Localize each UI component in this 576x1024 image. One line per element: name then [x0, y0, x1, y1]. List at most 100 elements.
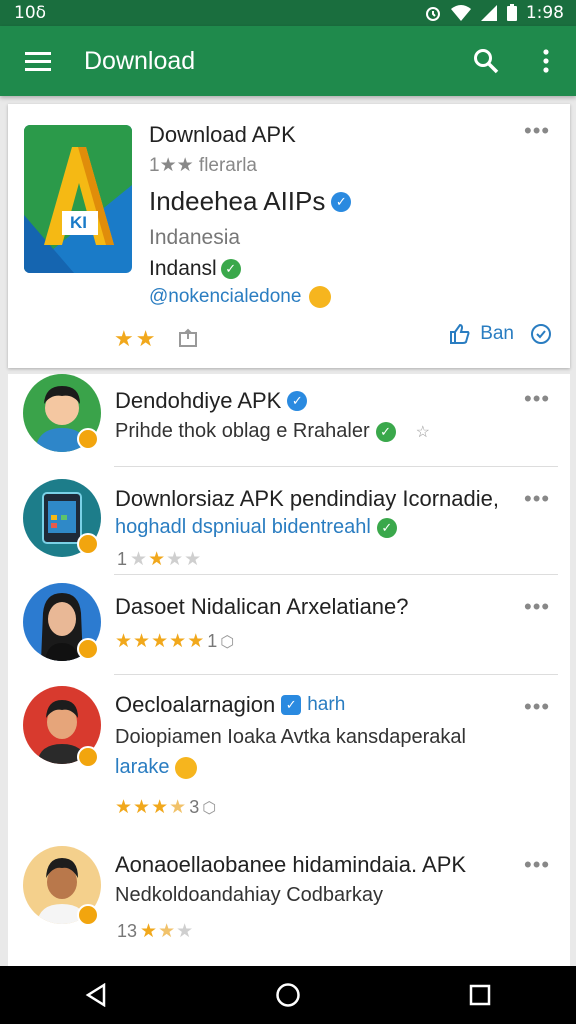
item-subtitle-text: hoghadl dspniual bidentreahl — [115, 516, 371, 538]
item-rating: ★ ★ ★ ★ ★ 1 ⬡ — [115, 630, 234, 653]
app-toolbar: Download — [0, 26, 576, 96]
check-circle-icon — [531, 324, 551, 344]
hamburger-icon — [25, 52, 51, 71]
green-check-icon: ✓ — [220, 259, 241, 279]
alarm-icon — [425, 7, 440, 21]
featured-heading-text: Indeehea AIIPs — [149, 186, 326, 216]
shield-icon: ⬡ — [220, 633, 235, 651]
item-title: Oecloalarnagion ✓ harh — [115, 692, 345, 718]
featured-app-card[interactable]: KI Download APK 1★★ flerarla Indeehea AI… — [8, 104, 570, 368]
status-icons: 1:98 — [424, 3, 564, 23]
featured-handle[interactable]: @nokencialedone — [149, 286, 332, 308]
item-rating: ★ ★ ★ ★ 3 ⬡ — [115, 796, 216, 819]
app-logo-text: KI — [70, 213, 87, 232]
rating-count: 3 — [189, 797, 200, 817]
star-icon: ★ — [184, 549, 202, 570]
status-left-text: 10δ — [14, 3, 47, 23]
signal-icon — [480, 5, 497, 21]
battery-icon — [506, 4, 517, 21]
item-subtitle: hoghadl dspniual bidentreahl ✓ — [115, 516, 397, 539]
star-icon: ★ — [115, 631, 133, 652]
green-check-icon: ✓ — [376, 517, 397, 538]
rating-count: 1 — [117, 549, 128, 569]
recents-icon — [469, 984, 491, 1006]
star-icon: ★ — [133, 631, 151, 652]
home-button[interactable] — [258, 966, 318, 1024]
recents-button[interactable] — [450, 966, 510, 1024]
item-rating: 13 ★ ★ ★ — [115, 920, 193, 943]
star-icon: ★ — [169, 631, 187, 652]
green-check-icon: ✓ — [375, 421, 396, 442]
search-button[interactable] — [456, 26, 516, 96]
list-item[interactable]: Oecloalarnagion ✓ harh Doiopiamen Ioaka … — [8, 676, 570, 844]
wifi-icon — [450, 5, 471, 21]
item-title: Dendohdiye APK ✓ — [115, 388, 308, 414]
star-icon: ★ — [133, 797, 151, 818]
item-more-button[interactable]: ••• — [524, 854, 550, 876]
star-half-icon: ★ — [158, 921, 176, 942]
item-title-text: Oecloalarnagion — [115, 692, 276, 717]
item-subtitle-2-text: larake — [115, 756, 170, 778]
item-subtitle: Nedkoldoandahiay Codbarkay — [115, 884, 383, 906]
item-title-tag: harh — [307, 694, 346, 715]
verified-badge-icon — [77, 533, 99, 555]
home-icon — [276, 983, 300, 1007]
pin-icon: ☆ — [415, 423, 430, 441]
item-title: Downlorsiaz APK pendindiay Icornadie, — [115, 486, 500, 511]
featured-region-text: Indansl — [149, 257, 217, 280]
emoji-icon — [309, 286, 332, 308]
star-half-icon: ★ — [169, 797, 187, 818]
thumbs-up-icon — [450, 323, 470, 344]
toolbar-title: Download — [84, 46, 196, 75]
list-item[interactable]: Downlorsiaz APK pendindiay Icornadie, ho… — [8, 470, 570, 578]
status-bar: 10δ 1:98 — [0, 0, 576, 26]
star-icon: ★ — [166, 549, 184, 570]
featured-action-label: Ban — [480, 323, 514, 344]
item-subtitle-2: larake — [115, 756, 198, 779]
verified-check-icon: ✓ — [281, 695, 302, 715]
app-list: Dendohdiye APK ✓ Prihde thok oblag e Rra… — [8, 374, 570, 966]
item-subtitle: Doiopiamen Ioaka Avtka kansdaperakal — [115, 726, 466, 748]
featured-handle-text: @nokencialedone — [149, 286, 302, 307]
verified-badge-icon: ✓ — [331, 191, 352, 212]
app-logo: KI — [24, 125, 132, 273]
verified-badge-icon — [77, 428, 99, 450]
back-button[interactable] — [66, 966, 126, 1024]
divider — [114, 674, 558, 675]
verified-badge-icon — [77, 904, 99, 926]
item-title: Dasoet Nidalican Arxelatiane? — [115, 594, 409, 619]
divider — [114, 574, 558, 575]
more-vert-icon — [543, 49, 549, 73]
item-more-button[interactable]: ••• — [524, 388, 550, 410]
featured-subtitle: 1★★ flerarla — [149, 155, 257, 176]
star-icon: ★ — [151, 631, 169, 652]
featured-country: Indanesia — [149, 226, 241, 249]
share-icon[interactable] — [178, 328, 198, 353]
featured-more-button[interactable]: ••• — [524, 120, 550, 142]
star-icon: ★ — [148, 549, 166, 570]
star-icon: ★ — [130, 549, 148, 570]
featured-region: Indansl ✓ — [149, 257, 241, 281]
star-icon: ★ — [140, 921, 158, 942]
menu-button[interactable] — [0, 26, 76, 96]
star-icon: ★ — [187, 631, 205, 652]
verified-check-icon: ✓ — [287, 391, 308, 411]
item-more-button[interactable]: ••• — [524, 488, 550, 510]
list-item[interactable]: Dendohdiye APK ✓ Prihde thok oblag e Rra… — [8, 374, 570, 470]
item-subtitle: Prihde thok oblag e Rrahaler ✓ ☆ — [115, 420, 430, 443]
list-item[interactable]: Aonaoellaobanee hidamindaia. APK Nedkold… — [8, 844, 570, 966]
divider — [114, 466, 558, 467]
star-icon: ★ — [115, 797, 133, 818]
shield-icon: ⬡ — [202, 799, 217, 817]
list-item[interactable]: Dasoet Nidalican Arxelatiane? ★ ★ ★ ★ ★ … — [8, 578, 570, 676]
item-more-button[interactable]: ••• — [524, 596, 550, 618]
featured-action-button[interactable]: Ban — [448, 322, 552, 346]
star-icon: ★ — [114, 326, 134, 351]
rating-count: 13 — [117, 921, 138, 941]
star-icon: ★ — [135, 326, 156, 351]
status-time: 1:98 — [525, 3, 564, 23]
featured-rating: ★ ★ — [114, 326, 155, 352]
overflow-menu-button[interactable] — [516, 26, 576, 96]
featured-title: Download APK — [149, 122, 296, 147]
item-more-button[interactable]: ••• — [524, 696, 550, 718]
